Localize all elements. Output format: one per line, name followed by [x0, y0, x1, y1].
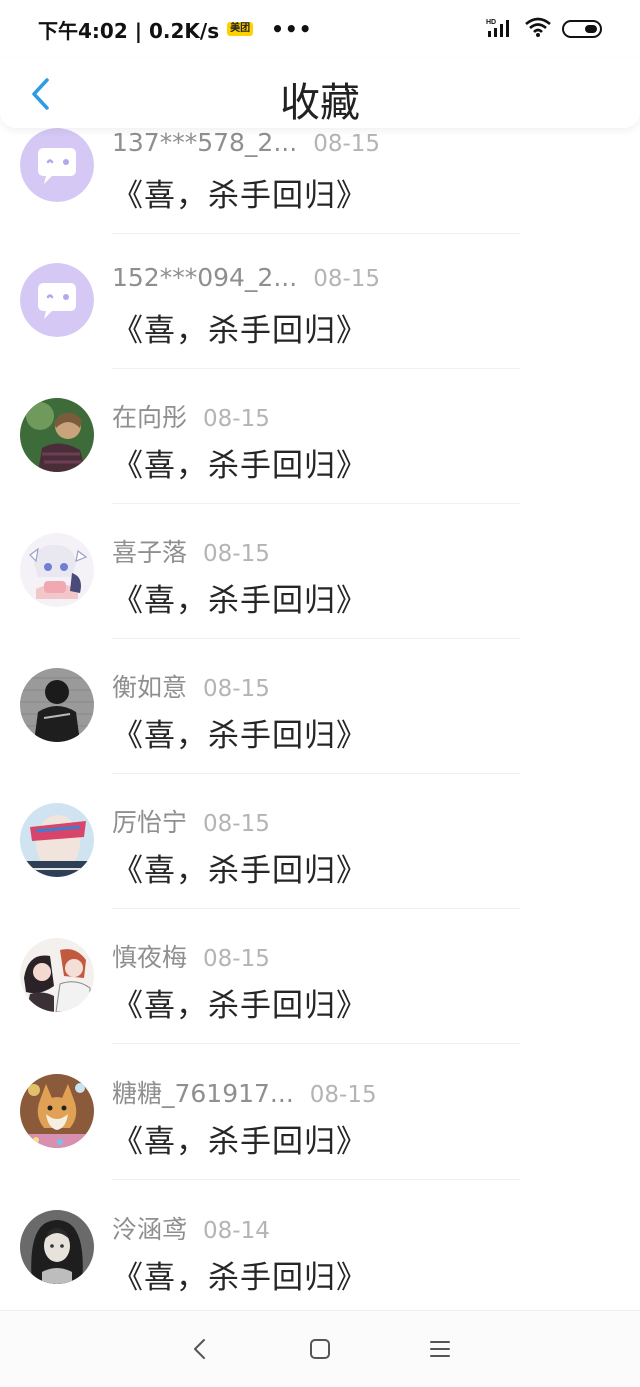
item-meta: 衡如意 08-15 [112, 668, 270, 704]
list-item[interactable]: 喜子落 08-15 《喜，杀手回归》 [0, 533, 640, 669]
divider [112, 1043, 520, 1044]
username: 在向彤 [112, 403, 188, 432]
list-item[interactable]: 152***094_2... 08-15 《喜，杀手回归》 [0, 263, 640, 399]
system-home-button[interactable] [295, 1324, 345, 1374]
book-title[interactable]: 《喜，杀手回归》 [112, 575, 368, 620]
divider [112, 773, 520, 774]
book-title[interactable]: 《喜，杀手回归》 [112, 440, 368, 485]
status-left: 下午4:02 | 0.2K/s 美团 ••• [38, 15, 312, 44]
item-meta: 慎夜梅 08-15 [112, 938, 270, 974]
meituan-app-icon: 美团 [227, 22, 254, 36]
username: 厉怡宁 [112, 808, 188, 837]
user-photo-avatar [20, 803, 94, 877]
battery-icon [562, 20, 602, 38]
chevron-left-icon [194, 1339, 205, 1359]
chat-bubble-avatar-icon [20, 128, 94, 202]
book-title[interactable]: 《喜，杀手回归》 [112, 1116, 368, 1161]
avatar[interactable] [20, 398, 94, 472]
page-title: 收藏 [280, 80, 360, 126]
username: 137***578_2... [112, 128, 298, 157]
list-item[interactable]: 衡如意 08-15 《喜，杀手回归》 [0, 668, 640, 804]
avatar[interactable] [20, 803, 94, 877]
user-photo-avatar [20, 1074, 94, 1148]
date: 08-15 [203, 541, 270, 567]
username: 慎夜梅 [112, 943, 188, 972]
item-meta: 糖糖_761917... 08-15 [112, 1074, 377, 1110]
avatar[interactable] [20, 128, 94, 202]
menu-lines-icon [430, 1341, 450, 1357]
avatar[interactable] [20, 533, 94, 607]
username: 152***094_2... [112, 263, 298, 292]
avatar[interactable] [20, 1210, 94, 1284]
date: 08-15 [203, 811, 270, 837]
status-time-speed: 下午4:02 | 0.2K/s [38, 18, 220, 43]
divider [112, 368, 520, 369]
date: 08-15 [313, 266, 381, 292]
more-notifications-icon: ••• [271, 17, 313, 41]
book-title[interactable]: 《喜，杀手回归》 [112, 1252, 368, 1297]
book-title[interactable]: 《喜，杀手回归》 [112, 845, 368, 890]
item-meta: 喜子落 08-15 [112, 533, 270, 569]
divider [112, 503, 520, 504]
avatar[interactable] [20, 938, 94, 1012]
signal-icon: HD [486, 17, 514, 42]
list-item[interactable]: 厉怡宁 08-15 《喜，杀手回归》 [0, 803, 640, 939]
anime-avatar [20, 533, 94, 607]
status-right: HD [486, 16, 602, 43]
anime-avatar [20, 938, 94, 1012]
divider [112, 233, 520, 234]
date: 08-15 [203, 406, 270, 432]
item-meta: 在向彤 08-15 [112, 398, 270, 434]
item-meta: 泠涵鸢 08-14 [112, 1210, 270, 1246]
username: 衡如意 [112, 673, 188, 702]
avatar[interactable] [20, 263, 94, 337]
nav-header: 收藏 [0, 58, 640, 128]
system-nav-bar [0, 1310, 640, 1387]
list-item[interactable]: 在向彤 08-15 《喜，杀手回归》 [0, 398, 640, 534]
item-meta: 152***094_2... 08-15 [112, 263, 380, 292]
avatar[interactable] [20, 668, 94, 742]
book-title[interactable]: 《喜，杀手回归》 [112, 980, 368, 1025]
system-menu-button[interactable] [415, 1324, 465, 1374]
list-item[interactable]: 糖糖_761917... 08-15 《喜，杀手回归》 [0, 1074, 640, 1210]
date: 08-15 [203, 676, 270, 702]
user-photo-avatar [20, 398, 94, 472]
book-title[interactable]: 《喜，杀手回归》 [112, 170, 368, 215]
divider [112, 1179, 520, 1180]
item-meta: 厉怡宁 08-15 [112, 803, 270, 839]
date: 08-15 [203, 946, 270, 972]
item-meta: 137***578_2... 08-15 [112, 128, 380, 157]
date: 08-15 [309, 1082, 377, 1108]
username: 喜子落 [112, 538, 188, 567]
book-title[interactable]: 《喜，杀手回归》 [112, 305, 368, 350]
avatar[interactable] [20, 1074, 94, 1148]
list-item[interactable]: 137***578_2... 08-15 《喜，杀手回归》 [0, 128, 640, 264]
date: 08-14 [203, 1218, 270, 1244]
home-square-icon [310, 1339, 330, 1359]
divider [112, 638, 520, 639]
list-item[interactable]: 慎夜梅 08-15 《喜，杀手回归》 [0, 938, 640, 1074]
username: 糖糖_761917... [112, 1079, 294, 1108]
network-label: HD [486, 19, 496, 26]
book-title[interactable]: 《喜，杀手回归》 [112, 710, 368, 755]
anime-avatar [20, 1210, 94, 1284]
username: 泠涵鸢 [112, 1215, 188, 1244]
chat-bubble-avatar-icon [20, 263, 94, 337]
system-back-button[interactable] [175, 1324, 225, 1374]
divider [112, 908, 520, 909]
status-bar: 下午4:02 | 0.2K/s 美团 ••• HD [0, 0, 640, 58]
date: 08-15 [313, 131, 381, 157]
wifi-icon [524, 16, 552, 43]
user-photo-avatar [20, 668, 94, 742]
